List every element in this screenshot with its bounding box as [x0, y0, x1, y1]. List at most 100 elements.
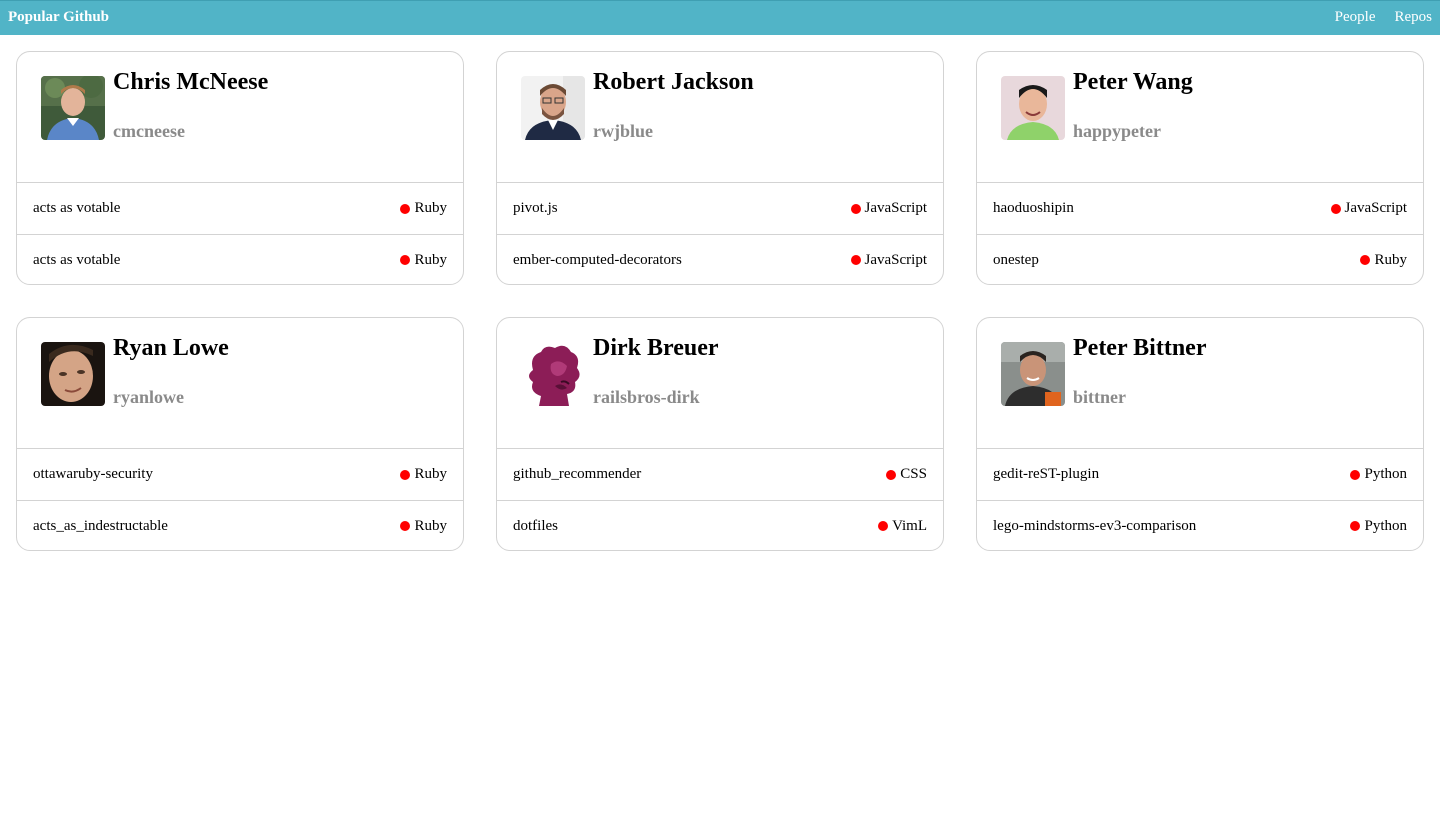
avatar[interactable]	[1001, 76, 1065, 140]
user-login[interactable]: railsbros-dirk	[593, 387, 700, 408]
language-label: Python	[1364, 466, 1407, 482]
repo-row[interactable]: gedit-reST-plugin Python	[977, 449, 1423, 500]
repo-language: JavaScript	[850, 200, 927, 217]
language-dot-icon	[400, 255, 411, 265]
repo-name: pivot.js	[513, 200, 558, 216]
avatar[interactable]	[1001, 342, 1065, 406]
user-login[interactable]: rwjblue	[593, 121, 653, 142]
avatar-photo-icon	[521, 76, 585, 140]
user-card-header: Robert Jackson rwjblue	[497, 52, 943, 183]
avatar-photo-icon	[41, 342, 105, 406]
repo-name: acts as votable	[33, 200, 121, 216]
language-dot-icon	[1330, 203, 1341, 214]
repo-language: Ruby	[1360, 252, 1407, 269]
avatar-photo-icon	[1001, 76, 1065, 140]
repo-row[interactable]: ember-computed-decorators JavaScript	[497, 234, 943, 284]
user-login[interactable]: happypeter	[1073, 121, 1161, 142]
language-label: Ruby	[1374, 251, 1407, 268]
avatar[interactable]	[521, 76, 585, 140]
user-name: Chris McNeese	[113, 69, 269, 95]
user-card: Chris McNeese cmcneese acts as votable R…	[16, 51, 464, 285]
user-card-header: Chris McNeese cmcneese	[17, 52, 463, 183]
language-dot-icon	[400, 521, 411, 531]
repo-language: Ruby	[400, 466, 447, 483]
user-card: Peter Bittner bittner gedit-reST-plugin …	[976, 317, 1424, 551]
user-login[interactable]: ryanlowe	[113, 387, 184, 408]
repo-name: acts as votable	[33, 251, 121, 268]
user-name: Peter Wang	[1073, 69, 1193, 95]
nav-link-repos[interactable]: Repos	[1395, 9, 1433, 26]
user-card-grid: Chris McNeese cmcneese acts as votable R…	[16, 51, 1424, 551]
repo-row[interactable]: pivot.js JavaScript	[497, 183, 943, 234]
repo-name: ember-computed-decorators	[513, 251, 682, 268]
repo-language: VimL	[878, 518, 927, 535]
language-dot-icon	[1350, 521, 1361, 531]
repo-row[interactable]: acts as votable Ruby	[17, 183, 463, 234]
repo-name: lego-mindstorms-ev3-comparison	[993, 517, 1197, 534]
language-label: JavaScript	[864, 251, 927, 268]
language-dot-icon	[400, 203, 411, 214]
avatar[interactable]	[41, 342, 105, 406]
repo-name: acts_as_indestructable	[33, 517, 168, 534]
repo-language: Python	[1350, 466, 1407, 483]
language-dot-icon	[850, 255, 861, 265]
repo-row[interactable]: lego-mindstorms-ev3-comparison Python	[977, 500, 1423, 550]
language-label: VimL	[892, 517, 927, 534]
user-card-header: Dirk Breuer railsbros-dirk	[497, 318, 943, 449]
language-label: JavaScript	[864, 200, 927, 216]
repo-language: Python	[1350, 518, 1407, 535]
repo-row[interactable]: acts_as_indestructable Ruby	[17, 500, 463, 550]
language-label: Ruby	[414, 251, 447, 268]
repo-row[interactable]: onestep Ruby	[977, 234, 1423, 284]
language-label: Ruby	[414, 517, 447, 534]
nav-link-people[interactable]: People	[1335, 9, 1376, 26]
repo-name: github_recommender	[513, 466, 642, 482]
repo-language: JavaScript	[1330, 200, 1407, 217]
nav-links: People Repos	[1335, 9, 1432, 26]
repo-language: CSS	[886, 466, 927, 483]
user-login[interactable]: bittner	[1073, 387, 1126, 408]
user-name: Dirk Breuer	[593, 335, 719, 361]
language-dot-icon	[886, 469, 897, 480]
repo-row[interactable]: dotfiles VimL	[497, 500, 943, 550]
repo-language: Ruby	[400, 200, 447, 217]
language-label: Ruby	[414, 200, 447, 216]
user-name: Ryan Lowe	[113, 335, 229, 361]
repo-language: Ruby	[400, 518, 447, 535]
language-label: Python	[1364, 517, 1407, 534]
repo-name: ottawaruby-security	[33, 466, 153, 482]
repo-row[interactable]: acts as votable Ruby	[17, 234, 463, 284]
user-card: Robert Jackson rwjblue pivot.js JavaScri…	[496, 51, 944, 285]
user-card: Dirk Breuer railsbros-dirk github_recomm…	[496, 317, 944, 551]
top-navbar: Popular Github People Repos	[0, 0, 1440, 35]
language-dot-icon	[878, 521, 889, 531]
avatar[interactable]	[521, 342, 585, 406]
language-label: Ruby	[414, 466, 447, 482]
user-card: Ryan Lowe ryanlowe ottawaruby-security R…	[16, 317, 464, 551]
language-label: JavaScript	[1344, 200, 1407, 216]
language-dot-icon	[1360, 255, 1371, 265]
user-name: Peter Bittner	[1073, 335, 1207, 361]
avatar[interactable]	[41, 76, 105, 140]
repo-name: gedit-reST-plugin	[993, 466, 1100, 482]
avatar-photo-icon	[41, 76, 105, 140]
repo-name: haoduoshipin	[993, 200, 1074, 216]
repo-name: dotfiles	[513, 517, 558, 534]
repo-row[interactable]: haoduoshipin JavaScript	[977, 183, 1423, 234]
user-card-header: Ryan Lowe ryanlowe	[17, 318, 463, 449]
user-name: Robert Jackson	[593, 69, 754, 95]
repo-language: JavaScript	[850, 251, 927, 269]
repo-row[interactable]: github_recommender CSS	[497, 449, 943, 500]
avatar-photo-icon	[1001, 342, 1065, 406]
repo-row[interactable]: ottawaruby-security Ruby	[17, 449, 463, 500]
user-card-header: Peter Bittner bittner	[977, 318, 1423, 449]
pony-silhouette-icon	[521, 342, 585, 406]
user-card-header: Peter Wang happypeter	[977, 52, 1423, 183]
language-label: CSS	[900, 466, 927, 482]
user-login[interactable]: cmcneese	[113, 121, 185, 142]
language-dot-icon	[850, 203, 861, 214]
user-card: Peter Wang happypeter haoduoshipin JavaS…	[976, 51, 1424, 285]
language-dot-icon	[1350, 469, 1361, 480]
brand-link[interactable]: Popular Github	[8, 9, 109, 26]
language-dot-icon	[400, 469, 411, 480]
